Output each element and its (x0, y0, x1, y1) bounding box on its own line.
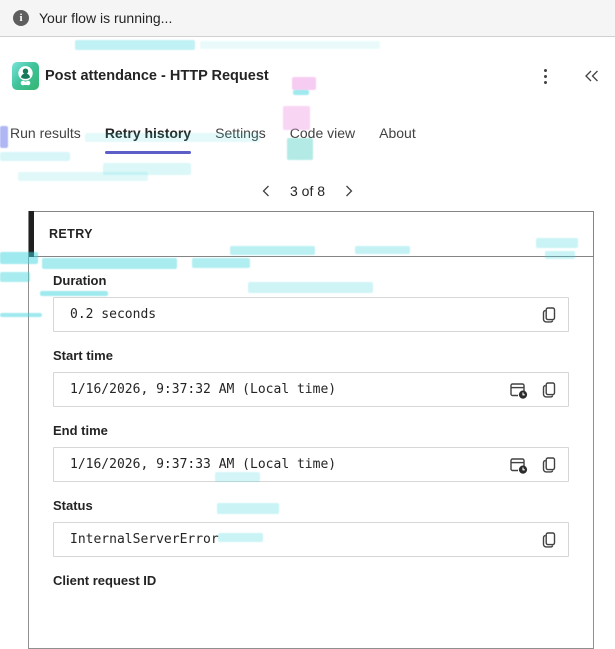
end-time-label: End time (53, 423, 108, 438)
status-value: InternalServerError (70, 532, 219, 547)
calendar-clock-icon (509, 382, 527, 399)
connector-icon (12, 62, 39, 90)
panel-tabs: Run results Retry history Settings Code … (10, 125, 615, 154)
copy-icon (542, 306, 555, 323)
more-menu-button[interactable] (533, 64, 557, 88)
local-time-toggle-button[interactable] (506, 453, 530, 477)
page-indicator: 3 of 8 (289, 183, 326, 199)
field-end-time: End time 1/16/2026, 9:37:33 AM (Local ti… (53, 423, 569, 482)
retry-card: RETRY Duration 0.2 seconds Start time 1/… (28, 211, 594, 649)
copy-button[interactable] (536, 453, 560, 477)
previous-retry-button[interactable] (254, 179, 278, 203)
status-accent-bar (29, 211, 34, 257)
copy-icon (542, 531, 555, 548)
start-time-value: 1/16/2026, 9:37:32 AM (Local time) (70, 382, 337, 397)
copy-button[interactable] (536, 378, 560, 402)
action-panel-header: Post attendance - HTTP Request (12, 59, 605, 93)
retry-pagination: 3 of 8 (0, 178, 615, 204)
status-value-box: InternalServerError (53, 522, 569, 557)
field-status: Status InternalServerError (53, 498, 569, 557)
collapse-panel-button[interactable] (579, 64, 603, 88)
retry-card-body: Duration 0.2 seconds Start time 1/16/202… (28, 257, 594, 649)
flow-status-message: Your flow is running... (39, 10, 173, 26)
retry-card-header: RETRY (28, 211, 594, 257)
double-chevron-left-icon (584, 70, 598, 82)
copy-icon (542, 381, 555, 398)
tab-retry-history[interactable]: Retry history (93, 125, 203, 154)
field-duration: Duration 0.2 seconds (53, 273, 569, 332)
copy-button[interactable] (536, 303, 560, 327)
duration-label: Duration (53, 273, 107, 288)
field-client-request-id: Client request ID (53, 573, 569, 588)
copy-button[interactable] (536, 528, 560, 552)
tab-about[interactable]: About (367, 125, 428, 154)
calendar-clock-icon (509, 457, 527, 474)
retry-card-title: RETRY (49, 227, 93, 241)
field-start-time: Start time 1/16/2026, 9:37:32 AM (Local … (53, 348, 569, 407)
copy-icon (542, 456, 555, 473)
status-label: Status (53, 498, 93, 513)
end-time-value-box: 1/16/2026, 9:37:33 AM (Local time) (53, 447, 569, 482)
chevron-right-icon (346, 185, 353, 197)
tab-code-view[interactable]: Code view (278, 125, 367, 154)
tab-settings[interactable]: Settings (203, 125, 278, 154)
info-icon: i (13, 10, 29, 26)
kebab-vertical-icon (543, 68, 547, 84)
flow-status-banner: i Your flow is running... (0, 0, 615, 37)
end-time-value: 1/16/2026, 9:37:33 AM (Local time) (70, 457, 337, 472)
client-request-id-label: Client request ID (53, 573, 157, 588)
start-time-value-box: 1/16/2026, 9:37:32 AM (Local time) (53, 372, 569, 407)
tab-run-results[interactable]: Run results (10, 125, 93, 154)
local-time-toggle-button[interactable] (506, 378, 530, 402)
panel-title: Post attendance - HTTP Request (45, 68, 269, 84)
next-retry-button[interactable] (337, 179, 361, 203)
start-time-label: Start time (53, 348, 113, 363)
duration-value: 0.2 seconds (70, 307, 157, 322)
duration-value-box: 0.2 seconds (53, 297, 569, 332)
chevron-left-icon (262, 185, 269, 197)
